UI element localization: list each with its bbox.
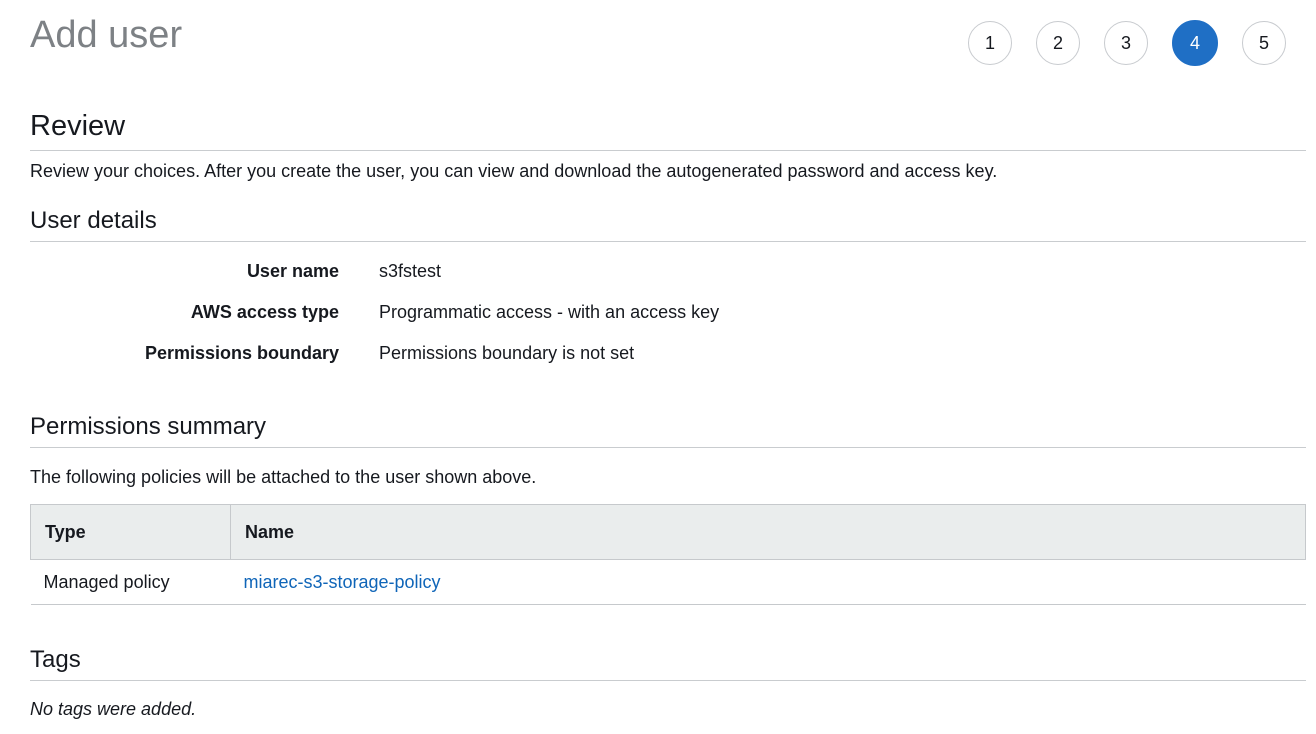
tags-empty-text: No tags were added. xyxy=(30,699,197,719)
column-header-name: Name xyxy=(230,504,1306,560)
review-description: Review your choices. After you create th… xyxy=(30,161,998,181)
page-title: Add user xyxy=(30,14,183,56)
step-2[interactable]: 2 xyxy=(1036,21,1080,65)
step-1[interactable]: 1 xyxy=(968,21,1012,65)
policy-name-cell: miarec-s3-storage-policy xyxy=(230,559,1306,605)
access-type-value: Programmatic access - with an access key xyxy=(379,302,720,322)
column-header-type: Type xyxy=(30,504,231,560)
access-type-label: AWS access type xyxy=(190,302,339,322)
step-5[interactable]: 5 xyxy=(1242,21,1286,65)
detail-row-permissions-boundary: Permissions boundary Permissions boundar… xyxy=(30,341,930,382)
user-name-label: User name xyxy=(246,261,339,281)
table-row: Managed policy miarec-s3-storage-policy xyxy=(30,559,1306,605)
policies-table: Type Name Managed policy miarec-s3-stora… xyxy=(30,504,1306,605)
permissions-boundary-label: Permissions boundary xyxy=(144,343,339,363)
user-details-list: User name s3fstest AWS access type Progr… xyxy=(30,259,930,382)
step-3[interactable]: 3 xyxy=(1104,21,1148,65)
wizard-steps: 1 2 3 4 5 xyxy=(968,20,1286,66)
detail-row-user-name: User name s3fstest xyxy=(30,259,930,300)
policy-name-link[interactable]: miarec-s3-storage-policy xyxy=(244,572,441,592)
detail-row-access-type: AWS access type Programmatic access - wi… xyxy=(30,300,930,341)
review-heading: Review xyxy=(30,108,1306,151)
permissions-summary-heading: Permissions summary xyxy=(30,412,1306,448)
permissions-description: The following policies will be attached … xyxy=(30,467,537,487)
user-details-heading: User details xyxy=(30,206,1306,242)
add-user-page: Add user 1 2 3 4 5 Review Review your ch… xyxy=(0,0,1316,734)
user-name-value: s3fstest xyxy=(379,261,442,281)
tags-heading: Tags xyxy=(30,645,1306,681)
step-4-active[interactable]: 4 xyxy=(1172,20,1218,66)
table-header-row: Type Name xyxy=(30,504,1306,560)
policy-type-cell: Managed policy xyxy=(30,559,231,605)
permissions-boundary-value: Permissions boundary is not set xyxy=(379,343,635,363)
